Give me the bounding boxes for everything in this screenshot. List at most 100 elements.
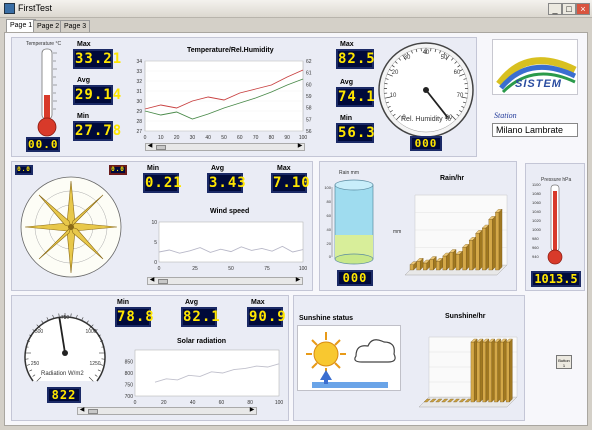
- solar-chart-scroll-thumb[interactable]: [88, 409, 98, 414]
- bar-side: [472, 236, 476, 271]
- bar-side: [485, 224, 490, 271]
- solar-chart-scrollbar[interactable]: ◀ ▶: [77, 407, 257, 415]
- x-tick-label: 100: [275, 400, 284, 406]
- y-tick-label: 700: [125, 394, 134, 400]
- solar-gauge-label: Radiation W/m2: [41, 371, 84, 377]
- svg-text:20: 20: [327, 241, 332, 246]
- temp-max-value: 33.21: [73, 49, 123, 69]
- bar: [416, 261, 421, 271]
- pressure-tick: 940: [532, 254, 539, 259]
- wind-chart-scrollbar[interactable]: ◀ ▶: [147, 277, 303, 285]
- bar-side: [509, 338, 513, 403]
- bar-side: [459, 250, 463, 271]
- pressure-tick: 1020: [532, 218, 541, 223]
- station-logo: SISTEM: [492, 39, 578, 95]
- pressure-tick: 1080: [532, 191, 541, 196]
- y-tick-label: 800: [125, 371, 134, 377]
- tab-page-1[interactable]: Page 1: [6, 19, 37, 32]
- svg-text:60: 60: [327, 213, 332, 218]
- dial-tick: [81, 317, 84, 321]
- x-tick-label: 60: [237, 135, 243, 141]
- tab-page-3[interactable]: Page 3: [60, 20, 91, 32]
- wind-chart-scroll-thumb[interactable]: [158, 279, 168, 284]
- tab-page-2[interactable]: Page 2: [33, 20, 64, 32]
- temp-avg-value: 29.14: [73, 85, 123, 105]
- dial-tick: [76, 314, 78, 318]
- sunshine-per-hour-chart: [418, 336, 518, 408]
- x-tick-label: 0: [144, 135, 147, 141]
- dial-tick: [86, 320, 89, 324]
- x-tick-label: 20: [161, 400, 167, 406]
- y-tick-label: 750: [125, 383, 134, 389]
- temp-avg-label: Avg: [77, 77, 90, 84]
- temp-chart-scrollbar[interactable]: ◀ ▶: [145, 143, 305, 151]
- rain-cylinder-gauge: 100 80 60 40 20 0: [324, 179, 374, 265]
- y-tick-label: 30: [136, 99, 142, 105]
- bar: [500, 341, 504, 403]
- hum-min-label: Min: [340, 115, 353, 122]
- solar-radiation-chart: 700 750 800 850 0 20 40 60 80 100: [125, 349, 284, 406]
- solar-dial-tick: 500: [35, 329, 44, 335]
- solar-dial-tick: 250: [31, 361, 40, 367]
- svg-text:60: 60: [454, 70, 461, 76]
- bar: [488, 341, 492, 403]
- humidity-lcd: 000: [410, 136, 442, 151]
- rain-cylinder-label: Rain mm: [339, 170, 360, 176]
- x-tick-label: 0: [134, 400, 137, 406]
- y2-tick-label: 58: [306, 106, 312, 112]
- temp-chart-scroll-thumb[interactable]: [156, 145, 166, 150]
- x-tick-label: 40: [190, 400, 196, 406]
- svg-text:80: 80: [327, 199, 332, 204]
- plot-area: [158, 221, 304, 263]
- y-tick-label: 29: [136, 109, 142, 115]
- hum-min-value: 56.3: [336, 123, 376, 143]
- sunshine-status-label: Sunshine status: [299, 315, 354, 322]
- solar-radiation-dial-gauge: 250 500 750 1000 1250: [24, 313, 106, 382]
- wind-max-label: Max: [277, 165, 291, 172]
- page-1-content: Temperature °C 00.0 Max 33.21 Avg 29.14 …: [4, 32, 588, 426]
- maximize-button[interactable]: □: [562, 3, 576, 15]
- wind-rose-compass-icon: [20, 176, 122, 278]
- station-label: Station: [494, 111, 517, 120]
- x-tick-label: 25: [192, 266, 198, 272]
- bar: [505, 341, 510, 403]
- wind-min-value: 0.21: [143, 173, 183, 193]
- dial-tick: [52, 314, 54, 318]
- wind-max-value: 7.10: [271, 173, 311, 193]
- bar-side: [446, 252, 450, 271]
- bar-side: [498, 208, 503, 271]
- station-name-field[interactable]: Milano Lambrate: [492, 123, 578, 137]
- x-tick-label: 50: [228, 266, 234, 272]
- pressure-tick: 1000: [532, 227, 541, 232]
- bar-side: [479, 229, 483, 271]
- humidity-gauge-label: Rel. Humidity %: [401, 116, 451, 123]
- bar-side: [492, 215, 496, 271]
- window-title: FirstTest: [18, 3, 53, 13]
- x-tick-label: 20: [174, 135, 180, 141]
- y2-tick-label: 57: [306, 117, 312, 123]
- y-tick-label: 850: [125, 360, 134, 366]
- solar-min-value: 78.8: [115, 307, 155, 327]
- rain-chart-title: Rain/hr: [440, 175, 465, 182]
- bar: [429, 259, 434, 271]
- hum-avg-value: 74.1: [336, 87, 376, 107]
- y2-tick-label: 59: [306, 94, 312, 100]
- bar: [495, 212, 500, 271]
- svg-text:50: 50: [441, 55, 448, 61]
- bar: [409, 264, 414, 271]
- minimize-button[interactable]: _: [548, 3, 562, 15]
- temp-min-value: 27.78: [73, 121, 123, 141]
- y-tick-label: 34: [136, 59, 142, 65]
- bar: [475, 233, 480, 271]
- thermometer-gauge: [37, 48, 57, 137]
- svg-text:70: 70: [457, 93, 464, 99]
- bar: [470, 341, 475, 403]
- y2-tick-label: 62: [306, 59, 312, 65]
- bar: [476, 341, 481, 403]
- close-button[interactable]: ×: [576, 3, 590, 15]
- svg-text:0: 0: [329, 254, 332, 259]
- x-tick-label: 0: [158, 266, 161, 272]
- button-1[interactable]: Button 1: [556, 355, 572, 369]
- x-tick-label: 75: [264, 266, 270, 272]
- y-tick-label: 27: [136, 129, 142, 135]
